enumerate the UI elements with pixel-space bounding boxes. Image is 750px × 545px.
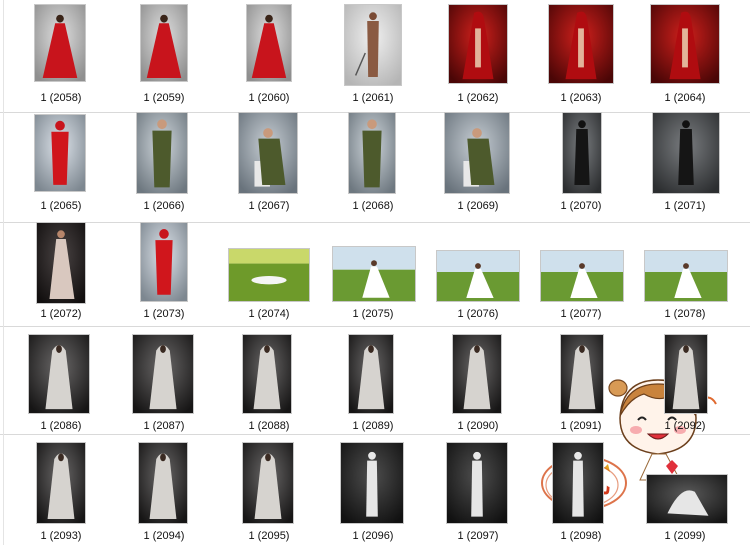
file-thumbnail[interactable] [562, 112, 602, 194]
file-thumbnail[interactable] [548, 4, 614, 84]
file-thumbnail[interactable] [540, 250, 624, 302]
file-thumbnail[interactable] [644, 250, 728, 302]
file-name-label[interactable]: 1 (2088) [217, 420, 321, 432]
file-name-label[interactable]: 1 (2075) [321, 308, 425, 320]
file-name-label[interactable]: 1 (2063) [529, 92, 633, 104]
file-name-label[interactable]: 1 (2074) [217, 308, 321, 320]
file-thumbnail[interactable] [444, 112, 510, 194]
file-thumbnail[interactable] [348, 334, 394, 414]
file-thumbnail[interactable] [552, 442, 604, 524]
file-name-label[interactable]: 1 (2092) [633, 420, 737, 432]
file-name-label[interactable]: 1 (2094) [112, 530, 216, 542]
file-thumbnail[interactable] [560, 334, 604, 414]
file-thumbnail[interactable] [28, 334, 90, 414]
file-thumbnail[interactable] [34, 114, 86, 192]
row-divider [0, 222, 750, 223]
file-name-label[interactable]: 1 (2070) [529, 200, 633, 212]
row-divider [0, 326, 750, 327]
file-name-label[interactable]: 1 (2077) [529, 308, 633, 320]
file-thumbnail[interactable] [652, 112, 720, 194]
file-name-label[interactable]: 1 (2060) [217, 92, 321, 104]
file-thumbnail[interactable] [452, 334, 502, 414]
file-name-label[interactable]: 1 (2058) [9, 92, 113, 104]
file-name-label[interactable]: 1 (2068) [321, 200, 425, 212]
file-name-label[interactable]: 1 (2062) [426, 92, 530, 104]
file-name-label[interactable]: 1 (2089) [321, 420, 425, 432]
file-thumbnail[interactable] [34, 4, 86, 82]
file-name-label[interactable]: 1 (2099) [633, 530, 737, 542]
file-thumbnail[interactable] [242, 334, 292, 414]
file-thumbnail[interactable] [348, 112, 396, 194]
file-name-label[interactable]: 1 (2076) [426, 308, 530, 320]
file-thumbnail[interactable] [650, 4, 720, 84]
file-thumbnail[interactable] [246, 4, 292, 82]
file-thumbnail[interactable] [332, 246, 416, 302]
file-name-label[interactable]: 1 (2066) [112, 200, 216, 212]
file-thumbnail[interactable] [340, 442, 404, 524]
file-name-label[interactable]: 1 (2086) [9, 420, 113, 432]
file-name-label[interactable]: 1 (2065) [9, 200, 113, 212]
file-thumbnail[interactable] [344, 4, 402, 86]
file-thumbnail[interactable] [132, 334, 194, 414]
file-name-label[interactable]: 1 (2059) [112, 92, 216, 104]
file-name-label[interactable]: 1 (2090) [426, 420, 530, 432]
file-name-label[interactable]: 1 (2071) [633, 200, 737, 212]
left-edge-line [3, 0, 4, 545]
file-thumbnail[interactable] [646, 474, 728, 524]
file-name-label[interactable]: 1 (2061) [321, 92, 425, 104]
file-name-label[interactable]: 1 (2098) [529, 530, 633, 542]
file-thumbnail[interactable] [446, 442, 508, 524]
file-thumbnail[interactable] [136, 112, 188, 194]
file-thumbnail[interactable] [436, 250, 520, 302]
file-name-label[interactable]: 1 (2067) [217, 200, 321, 212]
file-name-label[interactable]: 1 (2073) [112, 308, 216, 320]
file-name-label[interactable]: 1 (2097) [426, 530, 530, 542]
file-name-label[interactable]: 1 (2093) [9, 530, 113, 542]
file-thumbnail[interactable] [238, 112, 298, 194]
file-thumbnail[interactable] [36, 222, 86, 304]
file-name-label[interactable]: 1 (2096) [321, 530, 425, 542]
file-name-label[interactable]: 1 (2072) [9, 308, 113, 320]
file-name-label[interactable]: 1 (2069) [426, 200, 530, 212]
file-thumbnail[interactable] [242, 442, 294, 524]
file-thumbnail[interactable] [448, 4, 508, 84]
file-name-label[interactable]: 1 (2078) [633, 308, 737, 320]
file-name-label[interactable]: 1 (2095) [217, 530, 321, 542]
file-name-label[interactable]: 1 (2087) [112, 420, 216, 432]
file-name-label[interactable]: 1 (2064) [633, 92, 737, 104]
file-thumbnail[interactable] [140, 222, 188, 302]
file-name-label[interactable]: 1 (2091) [529, 420, 633, 432]
file-thumbnail[interactable] [36, 442, 86, 524]
file-thumbnail[interactable] [140, 4, 188, 82]
file-thumbnail[interactable] [664, 334, 708, 414]
file-thumbnail[interactable] [138, 442, 188, 524]
file-thumbnail[interactable] [228, 248, 310, 302]
